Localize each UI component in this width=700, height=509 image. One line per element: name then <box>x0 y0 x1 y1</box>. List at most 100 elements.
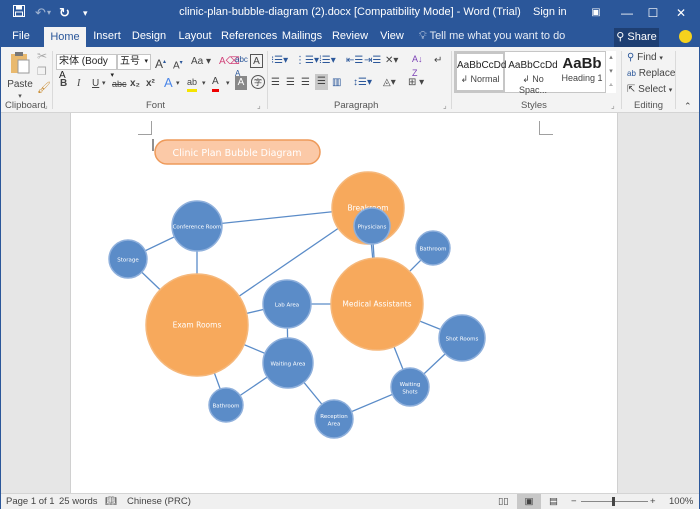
feedback-smiley-icon[interactable] <box>679 30 692 43</box>
numbering-icon[interactable]: ⋮☰▾ <box>295 54 319 68</box>
align-right-icon[interactable]: ☰ <box>301 76 310 90</box>
italic-button[interactable]: I <box>77 77 80 91</box>
zoom-level[interactable]: 100% <box>669 496 693 507</box>
read-mode-icon[interactable]: ▯▯ <box>498 496 508 507</box>
separator <box>52 51 53 109</box>
borders-icon[interactable]: ⊞ ▾ <box>408 76 424 90</box>
format-painter-icon[interactable]: 🖌︎ <box>37 81 51 95</box>
find-button[interactable]: ⚲ Find ▾ <box>627 51 663 66</box>
zoom-out-button[interactable]: − <box>571 496 577 507</box>
person-add-icon: ⚲ <box>616 31 625 43</box>
sign-in-link[interactable]: Sign in <box>533 6 567 18</box>
tab-review[interactable]: Review <box>331 25 369 47</box>
search-icon: ⚲ <box>627 52 635 63</box>
separator <box>675 51 676 109</box>
ribbon-display-icon[interactable]: ▣ <box>584 3 608 23</box>
styles-gallery: AaBbCcDd ↲ Normal AaBbCcDd ↲ No Spac... … <box>454 51 615 95</box>
multilevel-list-icon[interactable]: ⁞☰▾ <box>319 54 336 68</box>
status-bar: Page 1 of 1 25 words 📖︎ Chinese (PRC) ▯▯… <box>1 493 699 509</box>
strikethrough-button[interactable]: abc <box>112 77 127 91</box>
maximize-icon[interactable]: ☐ <box>641 3 665 23</box>
font-launcher-icon[interactable]: ⌟ <box>257 99 261 113</box>
asian-layout-icon[interactable]: ✕▾ <box>385 54 398 68</box>
bubble-label: Shots <box>402 389 417 395</box>
language-indicator[interactable]: Chinese (PRC) <box>127 496 191 507</box>
minimize-icon[interactable]: — <box>615 3 639 23</box>
increase-indent-icon[interactable]: ⇥☰ <box>364 54 381 68</box>
close-icon[interactable]: ✕ <box>669 3 693 23</box>
zoom-slider-thumb[interactable] <box>612 497 615 506</box>
line-spacing-icon[interactable]: ↕☰▾ <box>353 76 372 90</box>
align-left-icon[interactable]: ☰ <box>271 76 280 90</box>
paste-dropdown-icon[interactable]: ▾ <box>7 92 33 100</box>
tab-view[interactable]: View <box>376 25 408 47</box>
text-effects-dropdown-icon[interactable]: ▾ <box>176 77 180 91</box>
shrink-font-icon[interactable]: A▾ <box>173 56 183 73</box>
styles-launcher-icon[interactable]: ⌟ <box>611 99 615 113</box>
bold-button[interactable]: B <box>60 77 67 91</box>
decrease-indent-icon[interactable]: ⇤☰ <box>346 54 363 68</box>
ribbon-tabs: File Home Insert Design Layout Reference… <box>1 25 699 47</box>
underline-dropdown-icon[interactable]: ▾ <box>102 77 106 91</box>
proofing-icon[interactable]: 📖︎ <box>105 496 117 507</box>
more-styles-icon[interactable]: ⩡ <box>606 79 616 93</box>
enclose-characters-icon[interactable]: 字 <box>251 75 265 89</box>
tab-file[interactable]: File <box>6 25 36 47</box>
page-indicator[interactable]: Page 1 of 1 <box>6 496 55 507</box>
replace-button[interactable]: ab Replace <box>627 67 675 81</box>
font-color-dropdown-icon[interactable]: ▾ <box>226 77 230 91</box>
style-normal[interactable]: AaBbCcDd ↲ Normal <box>455 52 506 92</box>
show-marks-icon[interactable]: ↵ <box>434 54 442 68</box>
scroll-down-icon[interactable]: ▾ <box>606 65 616 79</box>
bubble-label: Medical Assistants <box>342 300 411 309</box>
shading-icon[interactable]: ◬▾ <box>383 76 396 90</box>
style-heading-1[interactable]: AaBb Heading 1 <box>559 52 605 92</box>
character-shading-icon[interactable]: A <box>235 76 247 90</box>
scroll-up-icon[interactable]: ▴ <box>606 51 616 65</box>
style-no-spacing[interactable]: AaBbCcDd ↲ No Spac... <box>507 52 559 95</box>
character-border-icon[interactable]: A <box>250 54 263 68</box>
editing-group-label: Editing <box>634 100 664 111</box>
font-color-icon[interactable]: A <box>212 75 219 92</box>
change-case-icon[interactable]: Aa ▾ <box>191 55 211 69</box>
highlight-dropdown-icon[interactable]: ▾ <box>202 77 206 91</box>
document-page[interactable]: BreakroomConference RoomStoragePhysician… <box>70 113 618 493</box>
web-layout-icon[interactable]: ▤ <box>549 496 558 507</box>
select-button[interactable]: ⇱ Select ▾ <box>627 83 672 98</box>
tab-references[interactable]: References <box>221 25 277 47</box>
tab-mailings[interactable]: Mailings <box>281 25 323 47</box>
text-effects-icon[interactable]: A <box>164 76 173 90</box>
paste-button[interactable]: Paste ▾ <box>7 51 33 100</box>
lightbulb-icon: 💡︎ <box>419 30 427 42</box>
distributed-icon[interactable]: ▥ <box>332 76 341 90</box>
copy-icon[interactable]: ❐ <box>37 65 47 79</box>
justify-icon[interactable]: ☰ <box>315 74 328 90</box>
tab-home[interactable]: Home <box>44 27 86 47</box>
subscript-button[interactable]: x₂ <box>130 77 140 91</box>
font-size-combo[interactable]: 五号 ▾ <box>117 54 151 70</box>
highlight-icon[interactable]: ab <box>187 75 198 92</box>
align-center-icon[interactable]: ☰ <box>286 76 295 90</box>
zoom-in-button[interactable]: + <box>650 496 656 507</box>
cut-icon[interactable]: ✂ <box>37 49 47 63</box>
underline-button[interactable]: U <box>92 77 99 91</box>
bubble-label: Bathroom <box>212 404 239 410</box>
word-count[interactable]: 25 words <box>59 496 98 507</box>
tab-insert[interactable]: Insert <box>89 25 125 47</box>
collapse-ribbon-icon[interactable]: ⌃ <box>684 99 692 113</box>
styles-scroll[interactable]: ▴ ▾ ⩡ <box>605 51 616 93</box>
bubble-label: Physicians <box>358 225 387 231</box>
share-button[interactable]: ⚲ Share <box>614 28 659 47</box>
tell-me-search[interactable]: 💡︎ Tell me what you want to do <box>419 25 565 47</box>
grow-font-icon[interactable]: A▴ <box>155 55 166 71</box>
tab-design[interactable]: Design <box>129 25 169 47</box>
word-window: ↶ ▾ ↻ ▾ clinic-plan-bubble-diagram (2).d… <box>0 0 700 509</box>
superscript-button[interactable]: x² <box>146 77 155 91</box>
paragraph-launcher-icon[interactable]: ⌟ <box>443 99 447 113</box>
print-layout-icon[interactable]: ▣ <box>517 494 541 509</box>
tab-layout[interactable]: Layout <box>176 25 214 47</box>
bullets-icon[interactable]: ⁝☰▾ <box>271 54 288 68</box>
separator <box>267 51 268 109</box>
clipboard-launcher-icon[interactable]: ⌟ <box>44 99 48 113</box>
font-name-combo[interactable]: 宋体 (Body A ▾ <box>56 54 117 81</box>
